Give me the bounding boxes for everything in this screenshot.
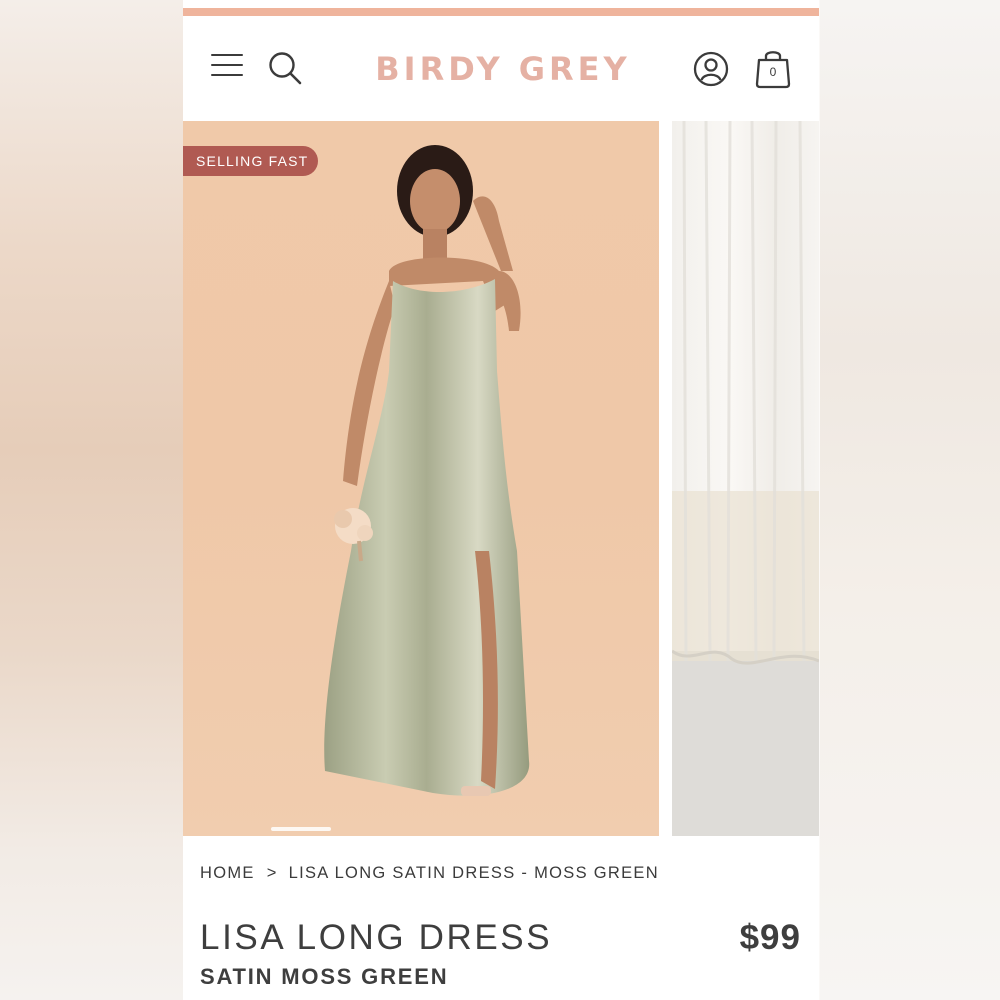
menu-icon[interactable] xyxy=(211,54,243,80)
breadcrumb-current: LISA LONG SATIN DRESS - MOSS GREEN xyxy=(288,864,659,882)
breadcrumb-home-link[interactable]: HOME xyxy=(200,864,255,882)
account-icon[interactable] xyxy=(691,49,731,89)
blurred-background-right xyxy=(820,0,1000,1000)
search-icon[interactable] xyxy=(267,50,305,88)
curtain-illustration xyxy=(672,121,819,836)
accent-bar xyxy=(183,8,819,16)
shopping-bag-icon[interactable]: 0 xyxy=(753,46,793,90)
product-subtitle: SATIN MOSS GREEN xyxy=(200,964,449,989)
breadcrumb-separator: > xyxy=(266,864,278,882)
site-header: BIRDY GREY 0 xyxy=(183,16,819,120)
carousel-indicator[interactable] xyxy=(271,827,331,831)
product-price: $99 xyxy=(739,918,801,957)
blurred-background-left xyxy=(0,0,183,1000)
cart-count: 0 xyxy=(769,65,777,79)
model-illustration xyxy=(324,145,530,796)
product-gallery[interactable]: SELLING FAST xyxy=(183,121,819,836)
selling-fast-badge: SELLING FAST xyxy=(183,146,318,176)
brand-logo[interactable]: BIRDY GREY xyxy=(363,50,643,88)
product-image-next[interactable] xyxy=(672,121,819,836)
product-title: LISA LONG DRESS xyxy=(200,918,553,957)
breadcrumb: HOME > LISA LONG SATIN DRESS - MOSS GREEN xyxy=(200,864,659,883)
phone-screen: BIRDY GREY 0 SELLING FAST HOME > LISA LO… xyxy=(183,0,819,1000)
product-image-main[interactable]: SELLING FAST xyxy=(183,121,659,836)
